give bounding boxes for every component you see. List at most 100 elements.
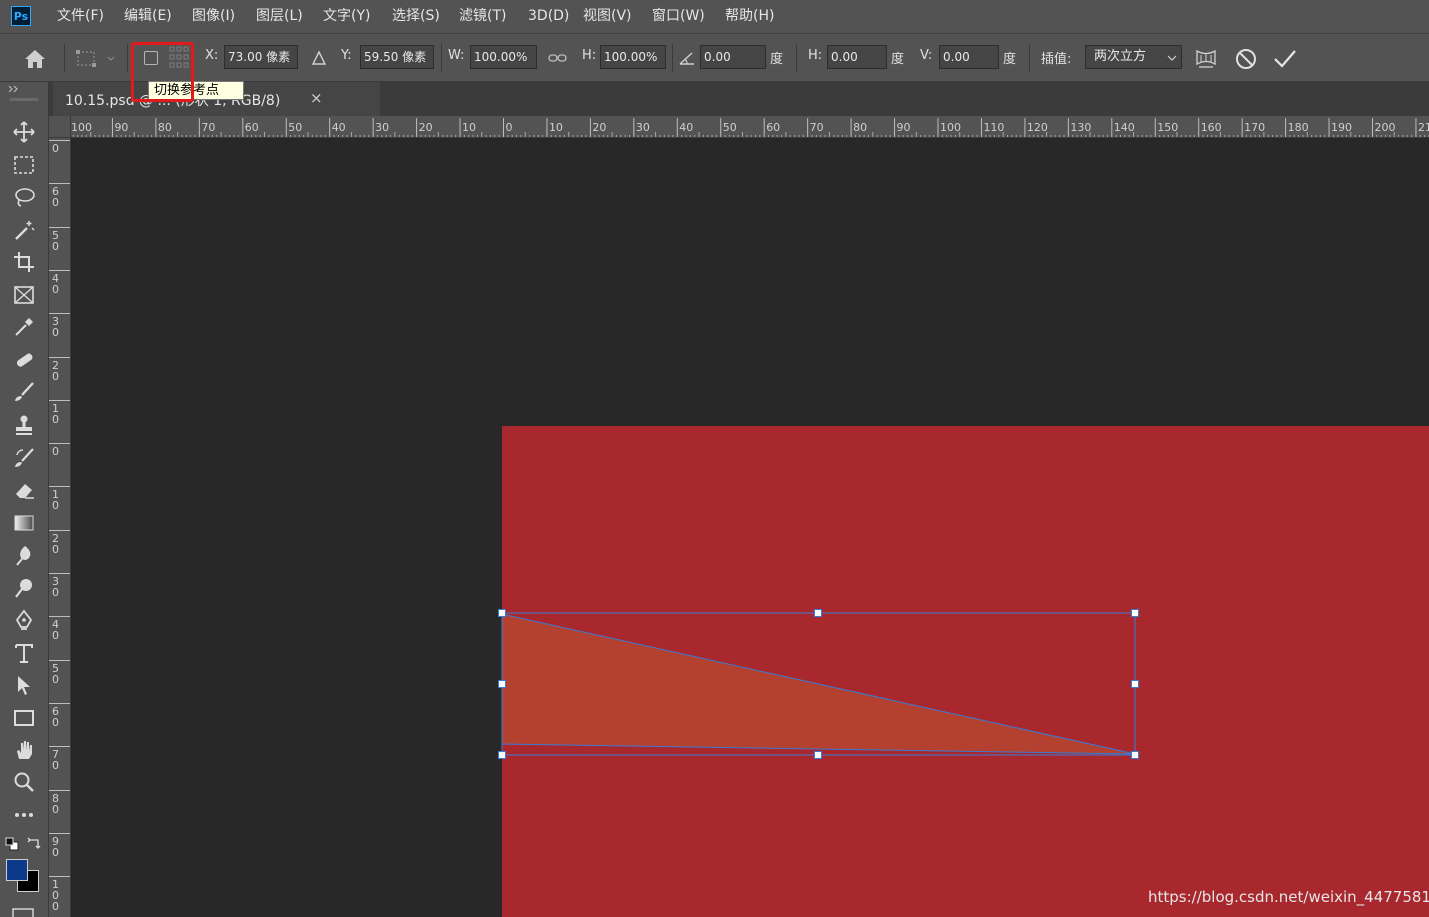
highlight-box bbox=[131, 42, 194, 102]
blur-tool[interactable] bbox=[9, 541, 39, 569]
ruler-v-label: 0 bbox=[52, 759, 59, 773]
brush-tool[interactable] bbox=[9, 378, 39, 406]
ruler-origin[interactable] bbox=[49, 116, 71, 138]
divider bbox=[1029, 44, 1030, 72]
magic-wand-tool[interactable] bbox=[9, 216, 39, 244]
history-brush-tool[interactable] bbox=[9, 444, 39, 472]
dodge-tool[interactable] bbox=[9, 574, 39, 602]
document-canvas[interactable] bbox=[502, 426, 1429, 917]
frame-tool-icon bbox=[14, 286, 34, 304]
ruler-h-label: 70 bbox=[809, 121, 824, 134]
zoom-tool-icon bbox=[14, 772, 34, 792]
skew-vertical-field[interactable]: 0.00 bbox=[939, 45, 999, 69]
ruler-h-label: 140 bbox=[1113, 121, 1135, 134]
skew-v-unit-label: 度 bbox=[1003, 52, 1017, 67]
hand-tool-icon bbox=[17, 741, 32, 759]
gradient-tool[interactable] bbox=[9, 509, 39, 537]
menu-3d[interactable]: 3D(D) bbox=[528, 0, 569, 33]
interpolation-dropdown[interactable]: 两次立方 bbox=[1085, 45, 1182, 69]
width-field[interactable]: 100.00% bbox=[470, 45, 537, 69]
magic-wand-icon bbox=[15, 221, 35, 240]
menu-filter[interactable]: 滤镜(T) bbox=[459, 0, 506, 33]
ruler-v-label: 0 bbox=[52, 282, 59, 296]
x-position-field[interactable]: 73.00 像素 bbox=[224, 45, 298, 69]
ruler-v-tick bbox=[49, 356, 70, 358]
frame-tool[interactable] bbox=[9, 281, 39, 309]
ruler-v-label: 0 bbox=[52, 586, 59, 599]
rectangle-tool[interactable] bbox=[9, 704, 39, 732]
ruler-v-label: 0 bbox=[52, 672, 59, 686]
ruler-v-label: 0 bbox=[52, 499, 59, 513]
photoshop-logo-icon[interactable]: Ps bbox=[11, 6, 31, 26]
collapse-panel-icon[interactable] bbox=[8, 84, 20, 94]
path-selection-icon bbox=[18, 676, 30, 695]
rotate-angle-field[interactable]: 0.00 bbox=[700, 45, 766, 69]
swap-colors-icon[interactable] bbox=[27, 837, 41, 851]
cancel-transform-icon[interactable] bbox=[1234, 47, 1258, 71]
ruler-h-label: 30 bbox=[635, 121, 650, 134]
eyedropper-tool[interactable] bbox=[9, 313, 39, 341]
menu-select[interactable]: 选择(S) bbox=[392, 0, 440, 33]
menu-type[interactable]: 文字(Y) bbox=[323, 0, 370, 33]
y-position-field[interactable]: 59.50 像素 bbox=[360, 45, 434, 69]
ruler-h-label: 180 bbox=[1287, 121, 1309, 134]
menu-window[interactable]: 窗口(W) bbox=[652, 0, 705, 33]
pen-tool[interactable] bbox=[9, 606, 39, 634]
brush-tool-icon bbox=[15, 382, 34, 401]
menu-help[interactable]: 帮助(H) bbox=[725, 0, 774, 33]
ruler-h-label: 70 bbox=[201, 121, 216, 134]
crop-tool-icon bbox=[14, 252, 34, 272]
menu-edit[interactable]: 编辑(E) bbox=[124, 0, 172, 33]
divider bbox=[127, 44, 128, 72]
horizontal-ruler[interactable]: 100 90 80 70 60 50 40 30 20 10 0 10 20 30 40 50 60 70 80 90… bbox=[49, 116, 1429, 138]
skew-h-label: H: bbox=[808, 48, 823, 63]
menu-file[interactable]: 文件(F) bbox=[57, 0, 104, 33]
skew-v-label: V: bbox=[920, 48, 933, 63]
transform-preset-icon[interactable] bbox=[75, 48, 119, 70]
vertical-ruler[interactable]: 06050403020100102030405060708090100 bbox=[49, 138, 71, 917]
healing-brush-tool[interactable] bbox=[9, 346, 39, 374]
more-tools[interactable] bbox=[9, 801, 39, 829]
default-colors-icon[interactable] bbox=[5, 837, 19, 851]
quick-mask-icon[interactable] bbox=[12, 908, 34, 917]
type-tool[interactable] bbox=[9, 639, 39, 667]
commit-transform-icon[interactable] bbox=[1272, 47, 1298, 71]
lasso-tool[interactable] bbox=[9, 183, 39, 211]
eraser-tool[interactable] bbox=[9, 476, 39, 504]
ruler-h-label: 10 bbox=[548, 121, 563, 134]
marquee-tool[interactable] bbox=[9, 151, 39, 179]
home-icon[interactable] bbox=[23, 48, 47, 70]
interpolation-label: 插值: bbox=[1041, 52, 1072, 67]
ruler-v-tick bbox=[49, 789, 70, 791]
close-tab-icon[interactable]: × bbox=[310, 89, 323, 107]
divider bbox=[64, 44, 65, 72]
panel-grip[interactable] bbox=[10, 98, 38, 101]
height-field[interactable]: 100.00% bbox=[600, 45, 666, 69]
foreground-color-swatch[interactable] bbox=[6, 859, 28, 881]
menu-layer[interactable]: 图层(L) bbox=[256, 0, 303, 33]
skew-horizontal-field[interactable]: 0.00 bbox=[827, 45, 887, 69]
healing-brush-icon bbox=[16, 353, 33, 367]
menu-view[interactable]: 视图(V) bbox=[583, 0, 632, 33]
ruler-h-label: 100 bbox=[71, 121, 92, 134]
ruler-v-tick bbox=[49, 573, 70, 574]
menu-image[interactable]: 图像(I) bbox=[192, 0, 235, 33]
relative-position-icon[interactable] bbox=[311, 50, 327, 66]
move-tool[interactable] bbox=[9, 118, 39, 146]
ruler-h-label: 50 bbox=[722, 121, 737, 134]
rotate-angle-icon bbox=[679, 52, 694, 65]
ruler-v-tick bbox=[49, 746, 70, 748]
crop-tool[interactable] bbox=[9, 248, 39, 276]
zoom-tool[interactable] bbox=[9, 768, 39, 796]
warp-mode-icon[interactable] bbox=[1193, 46, 1219, 72]
ruler-v-tick bbox=[49, 529, 70, 531]
hand-tool[interactable] bbox=[9, 736, 39, 764]
clone-stamp-tool[interactable] bbox=[9, 411, 39, 439]
x-label: X: bbox=[205, 48, 219, 63]
ruler-v-label: 0 bbox=[52, 445, 59, 459]
link-icon[interactable] bbox=[548, 52, 568, 64]
ruler-h-label: 20 bbox=[418, 121, 433, 134]
path-selection-tool[interactable] bbox=[9, 671, 39, 699]
watermark-text: https://blog.csdn.net/weixin_44775811 bbox=[1148, 888, 1429, 906]
w-label: W: bbox=[448, 48, 465, 63]
